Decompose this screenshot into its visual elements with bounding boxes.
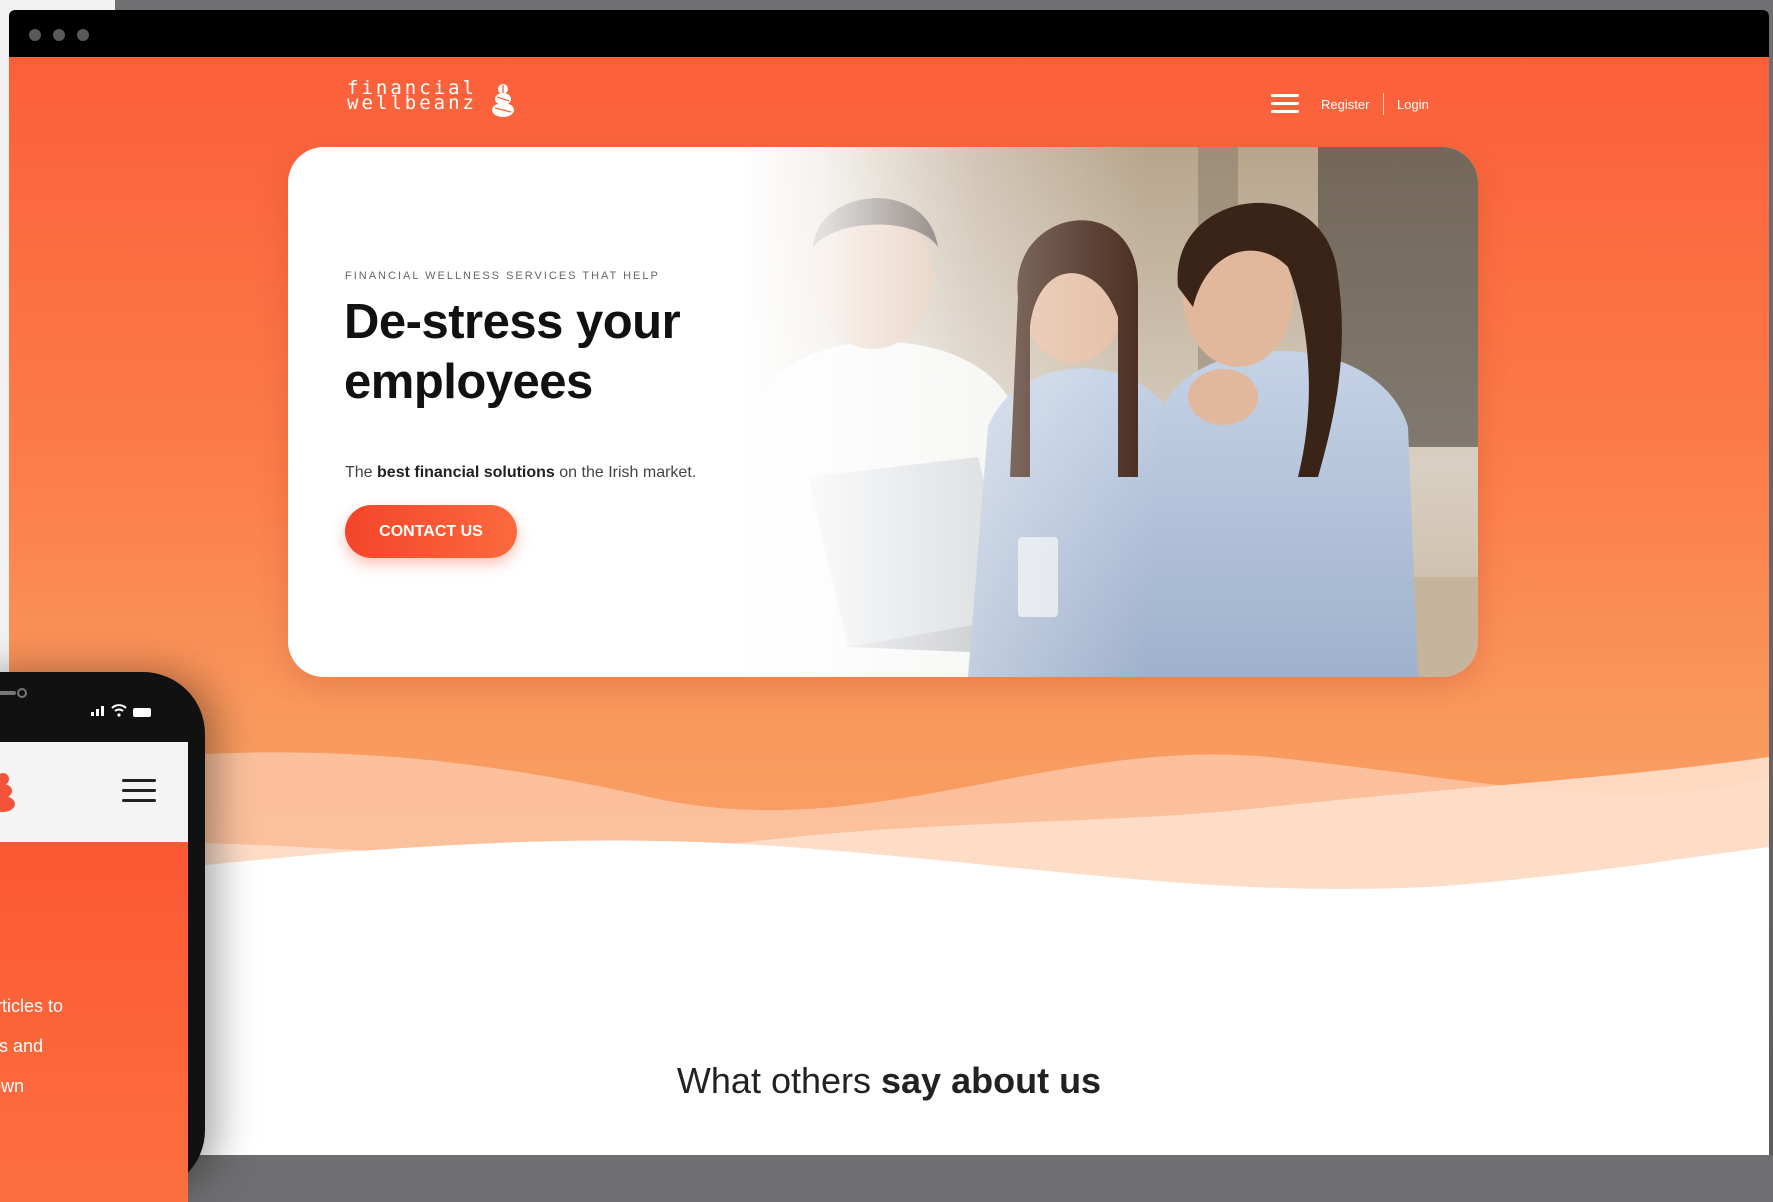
- phone-hero: ng rary of articles to l wellness and re…: [0, 842, 188, 1202]
- hero-card: FINANCIAL WELLNESS SERVICES THAT HELP De…: [288, 147, 1478, 677]
- browser-title-bar: [9, 10, 1769, 57]
- battery-icon: [133, 708, 151, 717]
- phone-text-line-3: re your own: [0, 1076, 25, 1096]
- logo-wordmark: financial wellbeanz: [347, 79, 477, 114]
- nav-divider: [1383, 93, 1384, 115]
- page-viewport: financial wellbeanz Register Login FINAN…: [9, 57, 1769, 1155]
- coffee-bean-stack-icon[interactable]: [0, 772, 16, 812]
- logo-line-2: wellbeanz: [347, 92, 477, 114]
- phone-screen: ng rary of articles to l wellness and re…: [0, 742, 188, 1202]
- phone-text-line-1: rary of articles to: [0, 996, 64, 1016]
- hero-fade-overlay: [288, 147, 1478, 677]
- cellular-signal-icon: [91, 706, 104, 716]
- window-minimize-dot[interactable]: [53, 29, 65, 41]
- hero-subline: The best financial solutions on the Iris…: [345, 464, 696, 482]
- login-link[interactable]: Login: [1397, 97, 1429, 112]
- hamburger-menu-icon[interactable]: [1271, 94, 1299, 116]
- coffee-bean-stack-icon: [492, 84, 514, 117]
- mobile-preview-phone: ng rary of articles to l wellness and re…: [0, 672, 205, 1202]
- testimonials-heading-prefix: What others: [676, 1060, 882, 1101]
- subline-bold: best financial solutions: [377, 464, 555, 481]
- phone-header: [0, 742, 188, 842]
- site-logo[interactable]: financial wellbeanz: [347, 79, 517, 121]
- phone-text-line-2: l wellness and: [0, 1036, 44, 1056]
- phone-status-bar: [0, 688, 151, 717]
- phone-hero-text: rary of articles to l wellness and re yo…: [0, 986, 63, 1106]
- window-close-dot[interactable]: [29, 29, 41, 41]
- testimonials-heading-bold: say about us: [881, 1060, 1102, 1101]
- register-link[interactable]: Register: [1321, 97, 1369, 112]
- headline-line-1: De-stress your: [344, 295, 681, 349]
- hero-headline: De-stress your employees: [344, 292, 764, 412]
- wave-divider: [9, 752, 1769, 1037]
- hamburger-menu-icon[interactable]: [122, 779, 156, 805]
- subline-suffix: on the Irish market.: [554, 464, 697, 481]
- window-maximize-dot[interactable]: [77, 29, 89, 41]
- wifi-icon: [111, 704, 127, 717]
- testimonials-heading: What others say about us: [9, 1060, 1769, 1102]
- hero-eyebrow: FINANCIAL WELLNESS SERVICES THAT HELP: [345, 270, 660, 282]
- contact-us-button[interactable]: CONTACT US: [345, 505, 517, 558]
- browser-window: financial wellbeanz Register Login FINAN…: [9, 10, 1769, 1155]
- subline-prefix: The: [345, 464, 378, 481]
- headline-line-2: employees: [344, 355, 593, 409]
